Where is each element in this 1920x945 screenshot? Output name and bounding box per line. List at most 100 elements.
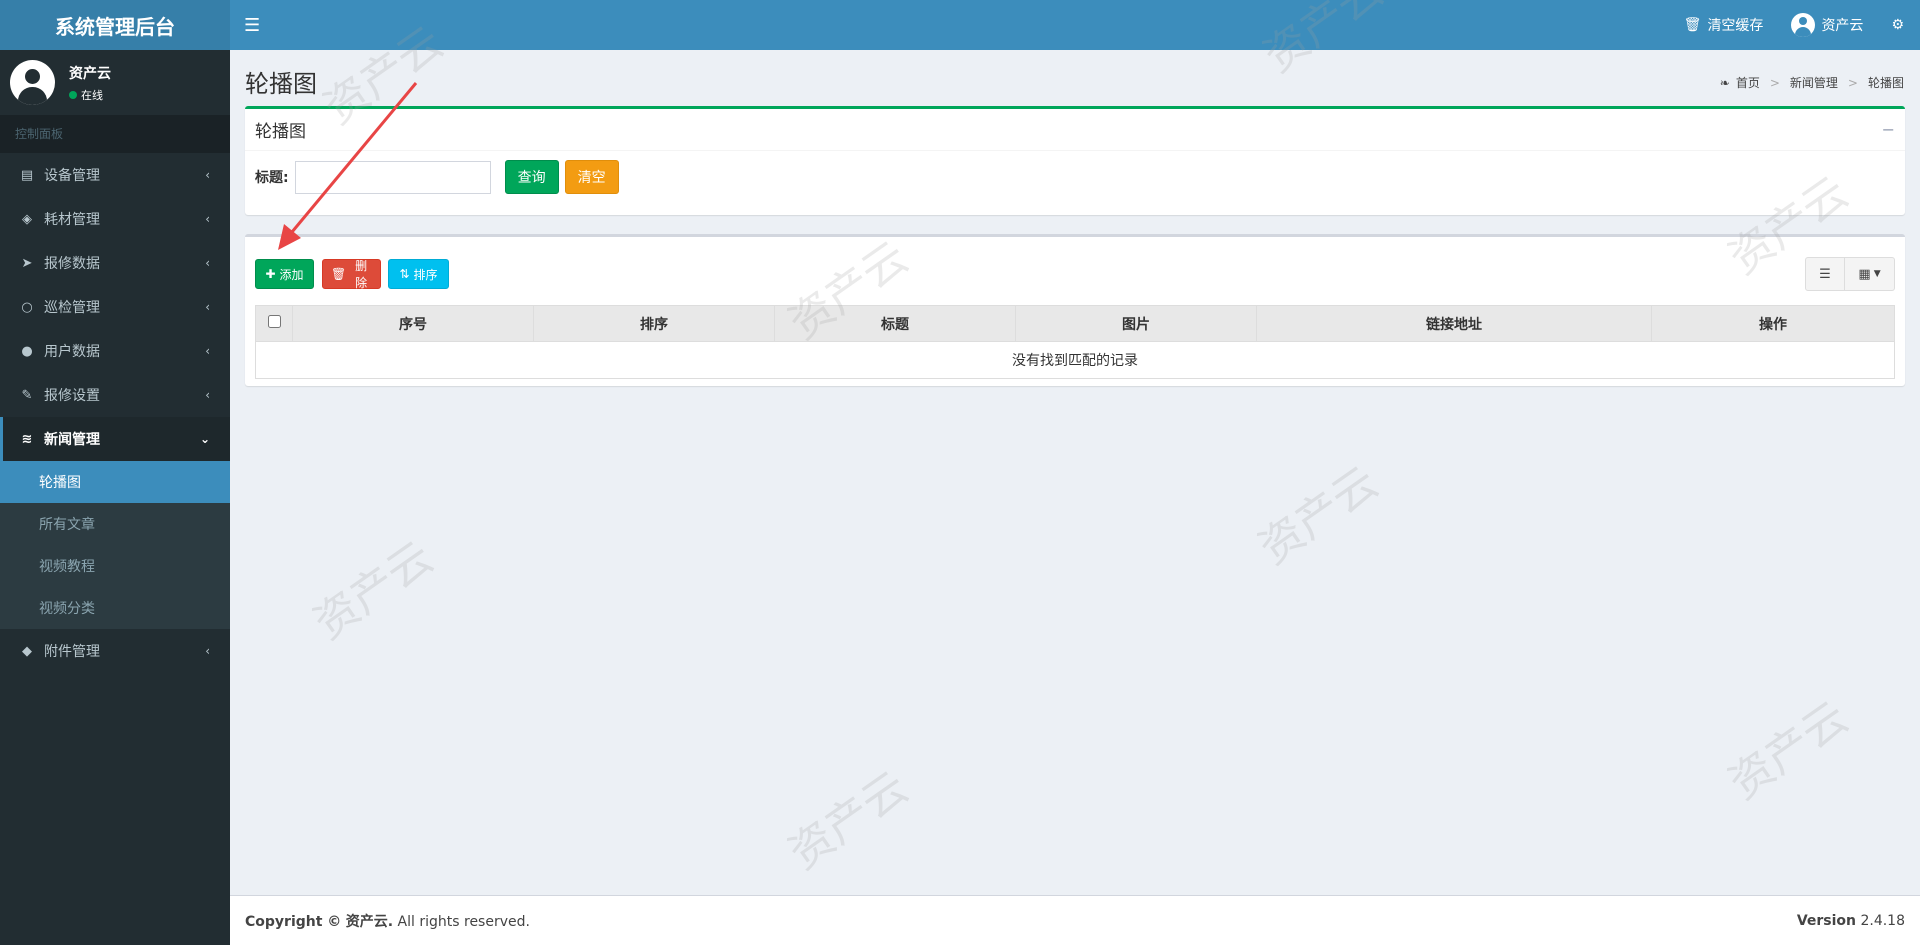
select-all-cell [255,305,293,342]
sort-button[interactable]: ⇅ 排序 [388,259,449,289]
breadcrumb-current: 轮播图 [1867,76,1904,90]
sort-button-label: 排序 [413,267,438,282]
breadcrumb-home[interactable]: 首页 [1736,74,1760,91]
chevron-down-icon: ⌄ [199,432,210,446]
user-icon: ● [21,343,33,359]
delete-button[interactable]: 🗑 删除 [322,259,381,290]
sidebar-section-label: 控制面板 [0,115,230,153]
sort-icon: ⇅ [399,267,410,281]
footer: Copyright © 资产云. All rights reserved. Ve… [230,895,1920,945]
clear-cache-button[interactable]: 🗑 清空缓存 [1684,15,1764,35]
title-field-label: 标题: [255,170,289,186]
app-logo[interactable]: 系统管理后台 [0,0,230,50]
main-content: 轮播图 ❧ 首页 > 新闻管理 > 轮播图 轮播图 − 标题: 查询 清空 ✚ … [230,50,1920,895]
sidebar-item-label: 设备管理 [44,168,100,184]
submenu-item-video-categories[interactable]: 视频分类 [0,587,230,629]
search-box-title: 轮播图 [255,122,306,142]
top-header: 系统管理后台 ☰ 🗑 清空缓存 资产云 ⚙ [0,0,1920,50]
version-info: Version 2.4.18 [1797,913,1905,929]
sidebar-item-repair-settings[interactable]: ✎ 报修设置 ‹ [0,373,230,417]
clear-button[interactable]: 清空 [564,160,619,194]
columns-dropdown-button[interactable]: ▦ ▼ [1845,257,1895,291]
query-button[interactable]: 查询 [504,160,559,194]
collapse-icon[interactable]: − [1882,120,1895,139]
breadcrumb-news[interactable]: 新闻管理 [1790,74,1838,91]
table-toolbar: ✚ 添加 🗑 删除 ⇅ 排序 ☰ ▦ ▼ [245,237,1905,293]
sidebar-item-label: 报修数据 [44,256,100,272]
caret-down-icon: ▼ [1873,269,1881,279]
settings-button[interactable]: ⚙ [1891,17,1904,33]
company-name[interactable]: 资产云. [346,914,393,930]
chevron-left-icon: ‹ [205,168,210,182]
select-all-checkbox[interactable] [267,315,281,328]
tags-icon: ◆ [22,643,32,659]
table-row: 没有找到匹配的记录 [255,341,1895,379]
chevron-left-icon: ‹ [205,388,210,402]
sidebar-item-repair-data[interactable]: ➤ 报修数据 ‹ [0,241,230,285]
breadcrumb: ❧ 首页 > 新闻管理 > 轮播图 [1720,74,1904,91]
submenu-item-all-articles[interactable]: 所有文章 [0,503,230,545]
circle-icon: ○ [21,299,33,315]
version-number: 2.4.18 [1860,912,1905,929]
column-header-actions[interactable]: 操作 [1651,305,1895,342]
view-toggle-group: ☰ ▦ ▼ [1805,257,1895,291]
avatar [10,60,55,105]
search-box: 轮播图 − 标题: 查询 清空 [245,106,1905,215]
search-form: 标题: 查询 清空 [245,151,1905,203]
column-header-link[interactable]: 链接地址 [1256,305,1652,342]
navbar: ☰ 🗑 清空缓存 资产云 ⚙ [230,0,1920,50]
sidebar-toggle-icon[interactable]: ☰ [244,15,260,36]
add-button[interactable]: ✚ 添加 [255,259,314,289]
title-search-input[interactable] [294,160,491,194]
sidebar-item-label: 用户数据 [44,344,100,360]
gears-icon: ⚙ [1891,17,1904,33]
sidebar-item-consumables[interactable]: ◈ 耗材管理 ‹ [0,197,230,241]
sidebar-item-device[interactable]: ▤ 设备管理 ‹ [0,153,230,197]
clear-cache-label: 清空缓存 [1707,18,1764,34]
add-button-label: 添加 [279,267,304,282]
news-submenu: 轮播图 所有文章 视频教程 视频分类 [0,461,230,629]
user-menu[interactable]: 资产云 [1791,13,1863,37]
user-status: 在线 [69,87,111,103]
user-panel: 资产云 在线 [0,50,230,115]
copyright: Copyright © 资产云. All rights reserved. [245,911,530,931]
search-box-header: 轮播图 − [245,109,1905,151]
submenu-item-video-tutorials[interactable]: 视频教程 [0,545,230,587]
sidebar-user-name: 资产云 [69,65,111,82]
sidebar-item-label: 附件管理 [44,644,100,660]
list-icon: ☰ [1819,266,1831,282]
chevron-left-icon: ‹ [205,256,210,270]
user-avatar-icon [1791,13,1816,37]
sidebar-item-label: 报修设置 [44,388,100,404]
cube-icon: ◈ [22,211,32,227]
column-header-index[interactable]: 序号 [292,305,534,342]
table-header-row: 序号 排序 标题 图片 链接地址 操作 [255,305,1895,342]
sidebar-item-attachments[interactable]: ◆ 附件管理 ‹ [0,629,230,673]
sidebar-item-user-data[interactable]: ● 用户数据 ‹ [0,329,230,373]
nav-right: 🗑 清空缓存 资产云 ⚙ [1684,13,1904,37]
sidebar-item-news[interactable]: ≋ 新闻管理 ⌄ [0,417,230,461]
delete-button-label: 删除 [355,259,368,290]
sidebar: 资产云 在线 控制面板 ▤ 设备管理 ‹ ◈ 耗材管理 ‹ ➤ 报修数据 ‹ ○… [0,50,230,945]
submenu-item-carousel[interactable]: 轮播图 [0,461,230,503]
table-box: ✚ 添加 🗑 删除 ⇅ 排序 ☰ ▦ ▼ 序号 排序 标题 图片 链接地址 操作… [245,234,1905,386]
online-dot-icon [69,90,77,99]
sidebar-item-inspection[interactable]: ○ 巡检管理 ‹ [0,285,230,329]
list-view-button[interactable]: ☰ [1805,257,1845,291]
leaf-icon: ❧ [1719,75,1730,90]
sidebar-item-label: 耗材管理 [44,212,100,228]
version-label: Version [1796,912,1857,929]
column-header-image[interactable]: 图片 [1015,305,1257,342]
content-header: 轮播图 ❧ 首页 > 新闻管理 > 轮播图 [230,50,1920,107]
paper-plane-icon: ➤ [21,255,33,271]
chevron-left-icon: ‹ [205,344,210,358]
column-header-title[interactable]: 标题 [774,305,1016,342]
grid-icon: ▦ [1858,266,1871,282]
trash-icon: 🗑 [1683,17,1702,33]
column-header-sort[interactable]: 排序 [533,305,775,342]
page-title: 轮播图 [245,70,317,98]
chevron-left-icon: ‹ [205,212,210,226]
user-menu-name: 资产云 [1821,18,1864,34]
rights-text: All rights reserved. [397,913,530,930]
sidebar-item-label: 巡检管理 [44,300,100,316]
